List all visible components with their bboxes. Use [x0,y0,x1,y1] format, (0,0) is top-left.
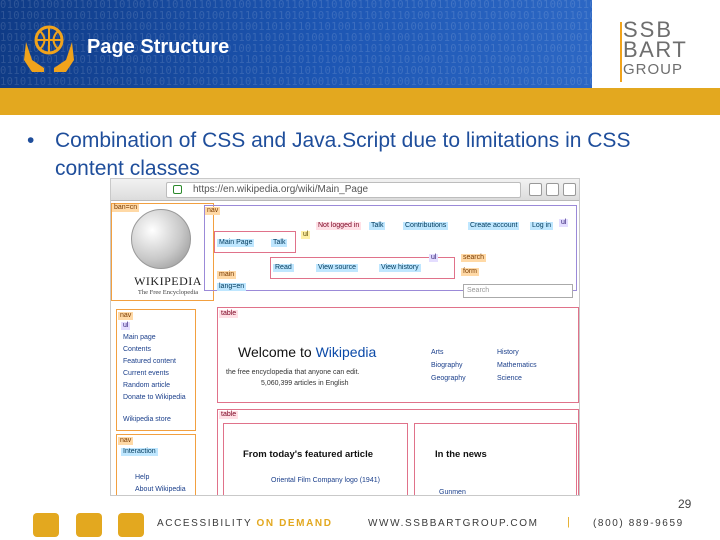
browser-pdf-icon [529,183,542,196]
wikipedia-tagline: The Free Encyclopedia [137,289,199,296]
interaction-nav-tag: nav [118,437,134,445]
sidebar-item-about[interactable]: About Wikipedia [135,486,186,493]
lock-icon [173,185,182,194]
orange-divider-bar [0,88,720,115]
article-count: 5,060,399 articles in English [261,380,349,387]
ssb-bart-group-logo: SSB BART GROUP [623,19,693,80]
lang-tag: lang=en [217,283,247,291]
talk-tab-tag[interactable]: Talk [271,239,288,247]
sidebar-nav-tag: nav [118,312,134,320]
view-tabs-box [270,257,455,279]
login-link-tag[interactable]: Log in [530,222,554,230]
sidebar-item-contents[interactable]: Contents [123,346,151,353]
content-table-tag: table [219,411,239,419]
sidebar-item-donate[interactable]: Donate to Wikipedia [123,394,186,401]
main-tag: main [217,271,237,279]
bullet-point: • Combination of CSS and Java.Script due… [27,127,687,183]
tagline-suffix: ON DEMAND [256,518,333,529]
portal-science[interactable]: Science [497,375,522,382]
sidebar-item-main-page[interactable]: Main page [123,334,156,341]
contributions-link-tag[interactable]: Contributions [403,222,449,230]
bullet-symbol: • [27,129,35,152]
wikipedia-wordmark: WIKIPEDIA [134,274,202,288]
portal-arts[interactable]: Arts [431,349,443,356]
table-tag: table [219,310,239,318]
nav-tag: nav [205,207,221,215]
ul-tag: ul [559,219,569,227]
slide-title: Page Structure [87,36,230,58]
footer-tagline: ACCESSIBILITY ON DEMAND [157,518,333,529]
not-logged-in-tag: Not logged in [316,222,362,230]
footer-phone: (800) 889-9659 [593,518,684,529]
sidebar-item-featured-content[interactable]: Featured content [123,358,176,365]
wikipedia-screenshot: https://en.wikipedia.org/wiki/Main_Page … [110,178,580,496]
slide-header: 0101101001011010110100101101011011010011… [0,0,720,88]
footer-website[interactable]: WWW.SSBBARTGROUP.COM [368,518,539,529]
browser-menu-icon [563,183,576,196]
welcome-heading: Welcome to Wikipedia [238,344,376,360]
logo-line-3: GROUP [623,61,684,78]
talk-link-tag[interactable]: Talk [369,222,386,230]
tagline-prefix: ACCESSIBILITY [157,518,253,529]
address-url: https://en.wikipedia.org/wiki/Main_Page [193,184,369,195]
wiki-search-input[interactable]: Search [463,284,573,298]
portal-mathematics[interactable]: Mathematics [497,362,537,369]
portal-history[interactable]: History [497,349,519,356]
read-tab-tag[interactable]: Read [273,264,294,272]
nav-ul-tag: ul [301,231,311,239]
welcome-prefix: Welcome to [238,344,312,360]
footer-separator: | [567,516,570,528]
speaker-icon [76,513,102,537]
browser-toolbar: https://en.wikipedia.org/wiki/Main_Page [111,179,579,201]
sidebar-item-current-events[interactable]: Current events [123,370,169,377]
header-banner: 0101101001011010110100101101011011010011… [0,0,592,88]
featured-article-heading: From today's featured article [243,449,374,460]
sidebar-ul-tag: ul [121,322,131,330]
interaction-heading: Interaction [121,448,158,456]
hands-globe-footer-icon [33,513,59,537]
view-source-tab-tag[interactable]: View source [316,264,359,272]
view-history-tab-tag[interactable]: View history [379,264,421,272]
browser-extension-icon [546,183,559,196]
featured-image-caption: Oriental Film Company logo (1941) [271,477,380,484]
in-the-news-heading: In the news [435,449,487,460]
banner-tag: ban=cn [112,204,140,212]
welcome-subtitle: the free encyclopedia that anyone can ed… [226,369,360,376]
search-tag: search [461,254,487,262]
sidebar-item-store[interactable]: Wikipedia store [123,416,171,423]
logo-accent-bar [620,22,622,82]
portal-biography[interactable]: Biography [431,362,463,369]
bullet-text: Combination of CSS and Java.Script due t… [55,129,631,180]
news-snippet[interactable]: Gunmen [439,489,466,495]
sidebar-item-help[interactable]: Help [135,474,149,481]
address-bar: https://en.wikipedia.org/wiki/Main_Page [166,182,521,198]
views-ul-tag: ul [429,254,439,262]
sidebar-item-random-article[interactable]: Random article [123,382,170,389]
www-globe-icon [118,513,144,537]
wikipedia-link[interactable]: Wikipedia [316,344,377,360]
form-tag: form [461,268,479,276]
wikipedia-globe-logo [131,209,191,269]
logo-line-2: BART [623,37,688,62]
main-page-tab-tag[interactable]: Main Page [217,239,255,247]
hands-globe-icon [24,25,74,72]
portal-geography[interactable]: Geography [431,375,466,382]
create-account-link-tag[interactable]: Create account [468,222,520,230]
